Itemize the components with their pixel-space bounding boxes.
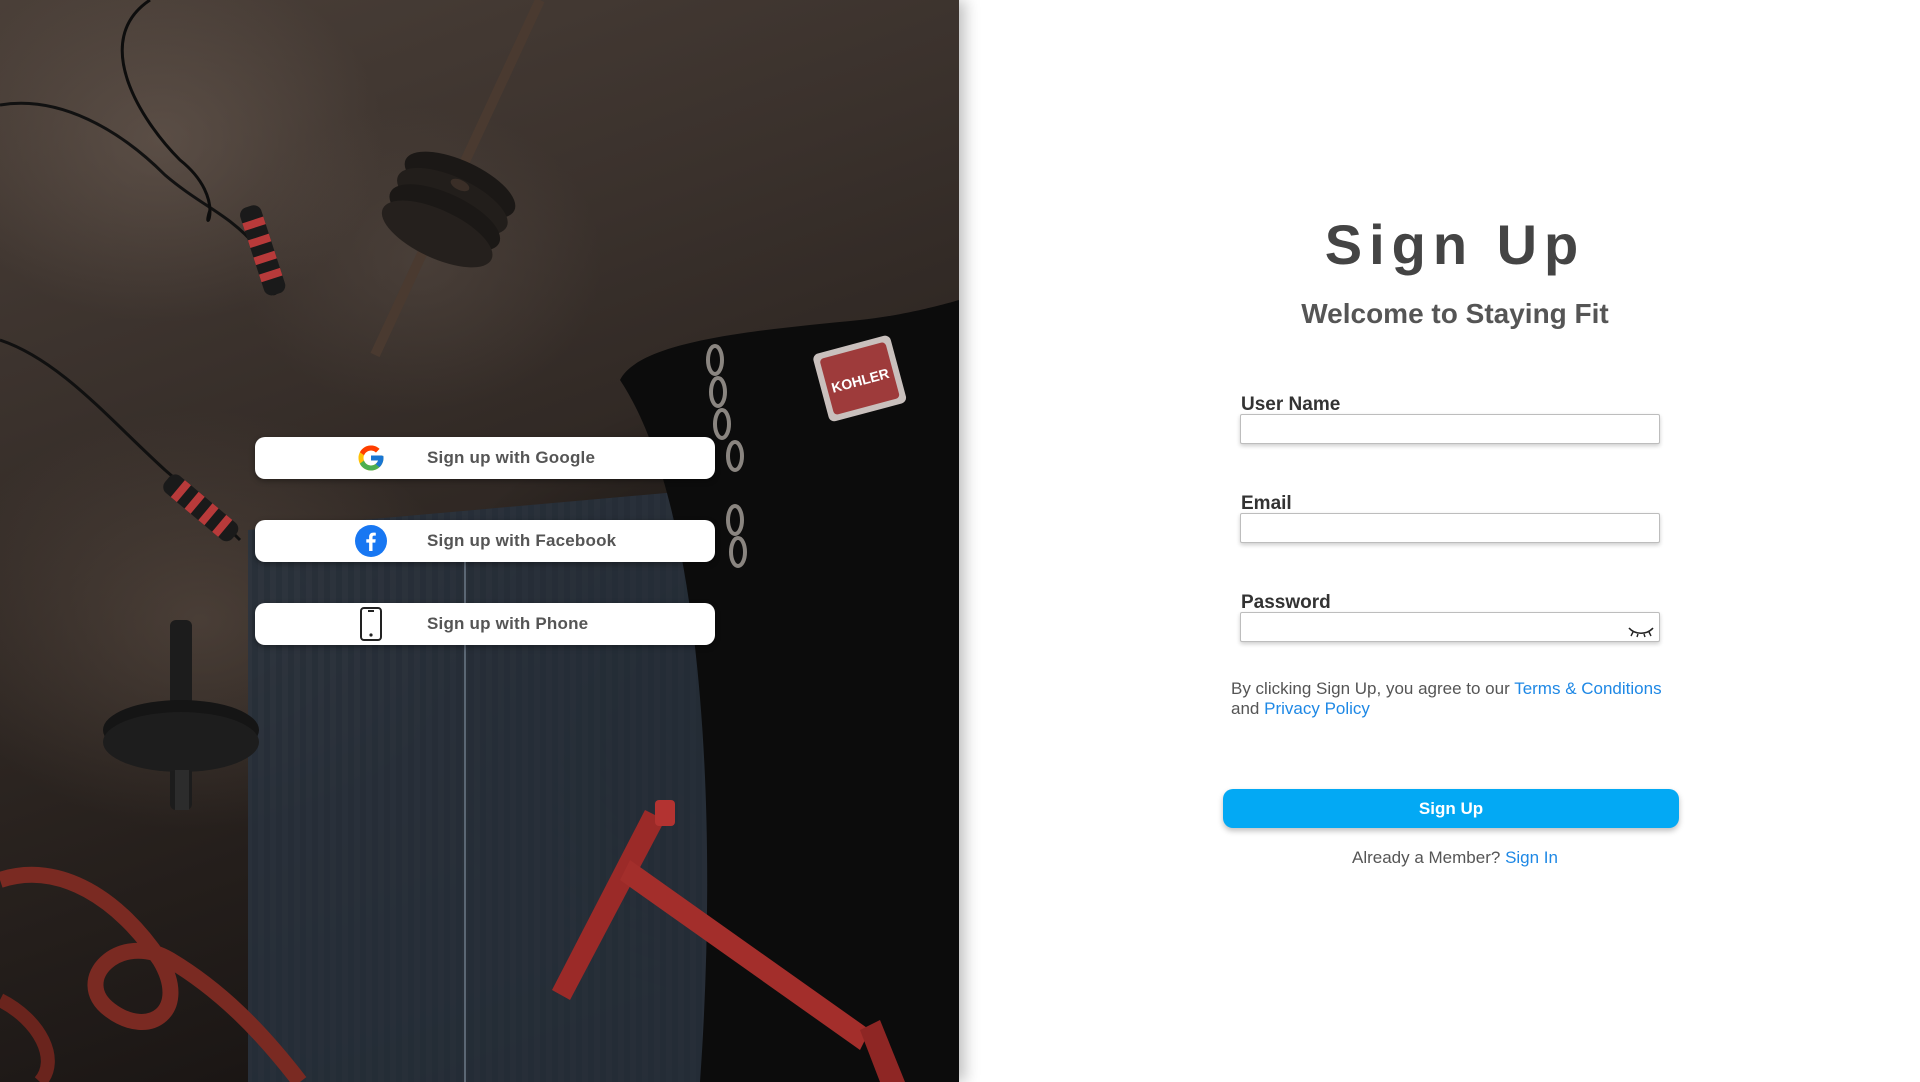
phone-signup-label: Sign up with Phone bbox=[427, 614, 589, 633]
google-signup-button[interactable]: Sign up with Google bbox=[255, 437, 715, 479]
facebook-signup-label: Sign up with Facebook bbox=[427, 531, 617, 550]
signup-button[interactable]: Sign Up bbox=[1223, 789, 1679, 828]
facebook-icon bbox=[355, 525, 387, 557]
eye-closed-icon[interactable] bbox=[1626, 619, 1656, 643]
signin-prompt: Already a Member? Sign In bbox=[1255, 848, 1655, 868]
page-title: Sign Up bbox=[1324, 213, 1586, 276]
terms-and: and bbox=[1231, 699, 1260, 718]
username-label: User Name bbox=[1241, 394, 1341, 415]
google-icon bbox=[355, 442, 387, 474]
hero-image-panel: KOHLER Sign up with Google Sign up with … bbox=[0, 0, 959, 1082]
terms-notice: By clicking Sign Up, you agree to our Te… bbox=[1231, 679, 1711, 719]
privacy-link[interactable]: Privacy Policy bbox=[1264, 699, 1370, 718]
terms-prefix: By clicking Sign Up, you agree to our bbox=[1231, 679, 1510, 698]
google-signup-label: Sign up with Google bbox=[427, 448, 596, 467]
password-input[interactable] bbox=[1240, 612, 1660, 642]
page-subtitle: Welcome to Staying Fit bbox=[1301, 298, 1609, 329]
email-label: Email bbox=[1241, 493, 1292, 514]
signin-link[interactable]: Sign In bbox=[1505, 848, 1558, 867]
phone-signup-button[interactable]: Sign up with Phone bbox=[255, 603, 715, 645]
facebook-signup-button[interactable]: Sign up with Facebook bbox=[255, 520, 715, 562]
username-input[interactable] bbox=[1240, 414, 1660, 444]
phone-icon bbox=[355, 607, 387, 641]
terms-link[interactable]: Terms & Conditions bbox=[1514, 679, 1661, 698]
email-input[interactable] bbox=[1240, 513, 1660, 543]
password-label: Password bbox=[1241, 592, 1331, 613]
member-prefix: Already a Member? bbox=[1351, 848, 1501, 867]
